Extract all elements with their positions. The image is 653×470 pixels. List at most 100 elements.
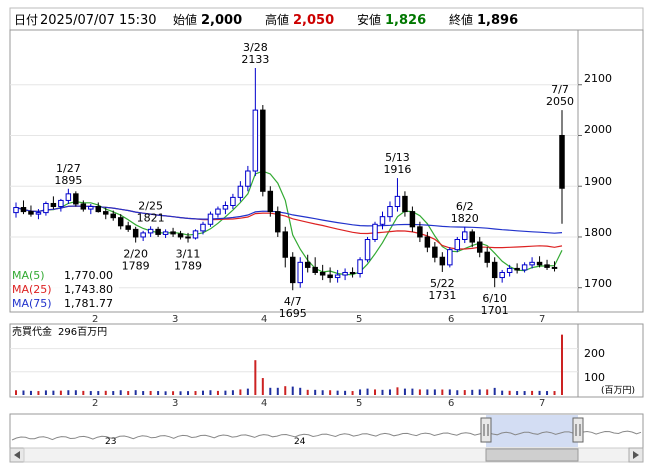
volume-bar-29 bbox=[231, 390, 234, 395]
volume-bar-61 bbox=[471, 389, 474, 395]
candle-body-63 bbox=[484, 251, 490, 263]
candle-body-62 bbox=[476, 241, 483, 253]
candle-body-10 bbox=[88, 206, 94, 210]
candle-body-54 bbox=[417, 226, 423, 238]
x-tick-7: 7 bbox=[539, 314, 545, 325]
candle-body-8 bbox=[73, 193, 79, 205]
close-value: 1,896 bbox=[477, 13, 518, 28]
vol-x-tick-2: 2 bbox=[92, 398, 98, 409]
volume-bar-62 bbox=[478, 389, 481, 395]
candle-body-3 bbox=[35, 212, 42, 215]
candle-body-55 bbox=[424, 236, 431, 248]
volume-tick-200: 200 bbox=[584, 347, 605, 360]
y-tick-2100: 2100 bbox=[584, 72, 612, 85]
navigator-scroll-right-button[interactable] bbox=[628, 447, 644, 463]
volume-bar-9 bbox=[82, 390, 85, 395]
volume-bar-73 bbox=[561, 334, 563, 395]
volume-bar-66 bbox=[508, 390, 511, 395]
candle-body-1 bbox=[20, 207, 27, 213]
volume-bar-41 bbox=[321, 390, 324, 395]
candle-body-48 bbox=[372, 223, 378, 240]
volume-bar-32 bbox=[254, 360, 257, 395]
vol-x-tick-5: 5 bbox=[356, 398, 362, 409]
candle-body-11 bbox=[95, 206, 102, 213]
volume-bar-8 bbox=[74, 390, 77, 395]
annotation-price-8: 1820 bbox=[451, 212, 479, 225]
candle-body-17 bbox=[140, 232, 146, 238]
candle-body-53 bbox=[409, 211, 416, 228]
volume-bar-58 bbox=[448, 389, 451, 395]
volume-bar-51 bbox=[396, 387, 399, 395]
volume-bar-22 bbox=[179, 391, 182, 395]
date-label: 日付 bbox=[14, 13, 38, 27]
volume-bar-16 bbox=[134, 390, 137, 395]
x-tick-5: 5 bbox=[356, 314, 362, 325]
volume-bar-48 bbox=[374, 389, 377, 395]
volume-bar-56 bbox=[433, 389, 436, 395]
volume-bar-36 bbox=[284, 386, 287, 395]
legend-ma5-name: MA(5) bbox=[12, 269, 45, 282]
volume-bar-64 bbox=[493, 387, 496, 395]
candle-body-71 bbox=[544, 264, 550, 268]
candle-body-25 bbox=[200, 223, 206, 232]
navigator-left-handle[interactable] bbox=[480, 417, 492, 443]
volume-bar-20 bbox=[164, 391, 167, 395]
low-value: 1,826 bbox=[385, 13, 426, 28]
candle-body-31 bbox=[245, 170, 251, 187]
volume-bar-67 bbox=[516, 391, 519, 395]
y-tick-1700: 1700 bbox=[584, 277, 612, 290]
candle-body-21 bbox=[170, 231, 176, 235]
volume-bar-12 bbox=[104, 390, 107, 395]
candle-body-56 bbox=[432, 246, 438, 258]
candle-body-67 bbox=[514, 267, 520, 271]
candle-body-52 bbox=[402, 195, 408, 213]
volume-bar-60 bbox=[463, 390, 466, 395]
navigator-scroll-thumb[interactable] bbox=[485, 448, 579, 462]
volume-bar-50 bbox=[388, 389, 391, 395]
close-label: 終値 bbox=[449, 12, 473, 27]
x-tick-2: 2 bbox=[92, 314, 98, 325]
candle-body-2 bbox=[28, 211, 34, 215]
candle-body-32 bbox=[252, 109, 259, 172]
candle-body-40 bbox=[312, 266, 318, 273]
volume-bar-13 bbox=[112, 391, 115, 395]
y-tick-2000: 2000 bbox=[584, 123, 612, 136]
volume-bar-14 bbox=[119, 390, 122, 395]
volume-bar-23 bbox=[187, 391, 190, 395]
navigator-selection[interactable] bbox=[486, 415, 578, 447]
candle-body-58 bbox=[447, 249, 453, 266]
volume-bar-44 bbox=[344, 390, 347, 395]
annotation-price-3: 1789 bbox=[174, 260, 202, 273]
navigator-scroll-left-button[interactable] bbox=[9, 447, 25, 463]
candle-body-42 bbox=[327, 274, 333, 279]
navigator-label-24: 24 bbox=[294, 437, 306, 447]
volume-bar-24 bbox=[194, 391, 197, 395]
navigator-label-23: 23 bbox=[105, 437, 116, 447]
candle-body-45 bbox=[349, 271, 356, 274]
volume-bar-57 bbox=[441, 389, 444, 395]
candle-body-9 bbox=[80, 203, 87, 210]
annotation-price-10: 2050 bbox=[546, 95, 574, 108]
volume-bar-30 bbox=[239, 389, 242, 395]
legend-ma75-value: 1,781.77 bbox=[64, 297, 113, 310]
volume-bar-49 bbox=[381, 389, 384, 395]
candle-body-20 bbox=[162, 231, 169, 235]
volume-bar-33 bbox=[261, 378, 264, 395]
candle-body-72 bbox=[551, 266, 558, 269]
candle-body-13 bbox=[110, 213, 116, 219]
volume-bar-31 bbox=[246, 388, 249, 395]
volume-bar-28 bbox=[224, 390, 227, 395]
candle-body-5 bbox=[50, 202, 57, 208]
candle-body-4 bbox=[43, 202, 49, 214]
candle-body-43 bbox=[334, 274, 341, 279]
annotation-price-6: 1916 bbox=[383, 163, 411, 176]
volume-bar-40 bbox=[314, 389, 317, 395]
chart-svg: 日付 2025/07/07 15:30 始値 2,000 高値 2,050 安値… bbox=[9, 7, 644, 463]
volume-bar-4 bbox=[44, 390, 47, 395]
candle-body-64 bbox=[491, 261, 498, 279]
navigator-right-handle[interactable] bbox=[572, 417, 584, 443]
datetime-value: 2025/07/07 15:30 bbox=[40, 13, 157, 28]
annotation-price-9: 1701 bbox=[481, 304, 509, 317]
x-tick-6: 6 bbox=[448, 314, 454, 325]
annotation-price-4: 2133 bbox=[241, 53, 269, 66]
